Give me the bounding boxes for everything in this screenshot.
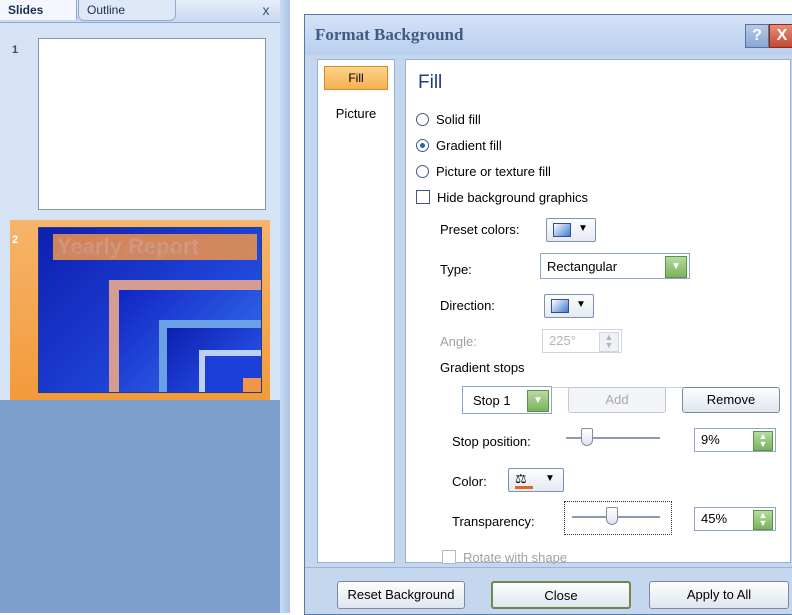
rotate-with-shape-label: Rotate with shape <box>463 550 568 565</box>
pane-tabs: Slides Outline x <box>0 0 280 23</box>
stop-color-button[interactable]: ⚖ ▼ <box>508 468 564 492</box>
tab-outline[interactable]: Outline <box>78 0 176 21</box>
solid-fill-label: Solid fill <box>436 112 481 127</box>
pane-splitter[interactable] <box>280 0 290 613</box>
gradient-fill-radio[interactable] <box>416 139 429 152</box>
fill-heading: Fill <box>418 72 443 93</box>
slide-thumbnail-1[interactable] <box>38 38 266 210</box>
chevron-down-icon: ▼ <box>545 473 555 484</box>
chevron-down-icon[interactable]: ▼ <box>665 256 687 278</box>
nav-item-picture[interactable]: Picture <box>318 106 394 121</box>
add-stop-button[interactable]: Add <box>568 387 666 413</box>
direction-button[interactable]: ▼ <box>544 294 594 318</box>
help-icon[interactable]: ? <box>745 24 769 48</box>
spinner-arrows-icon[interactable]: ▲ ▼ <box>753 510 773 530</box>
stop-position-value: 9% <box>701 432 720 447</box>
stop-position-slider[interactable] <box>566 428 660 448</box>
dialog-nav: Fill Picture <box>317 59 395 563</box>
angle-spinner: 225° ▲ ▼ <box>542 329 622 353</box>
chevron-down-icon[interactable]: ▼ <box>527 390 549 412</box>
rotate-with-shape-option: Rotate with shape <box>442 550 567 565</box>
slide-thumbnail-2[interactable]: Yearly Report Yearly Report <box>38 227 262 393</box>
dialog-title: Format Background <box>315 25 464 44</box>
hide-background-graphics-option[interactable]: Hide background graphics <box>416 190 588 205</box>
type-label: Type: <box>440 262 472 277</box>
preset-colors-label: Preset colors: <box>440 222 520 237</box>
stop-select[interactable]: Stop 1 ▼ <box>462 386 552 414</box>
tab-slides[interactable]: Slides <box>0 0 77 20</box>
slide-number-1: 1 <box>12 44 19 56</box>
transparency-value: 45% <box>701 511 728 526</box>
stop-position-spinner[interactable]: 9% ▲ ▼ <box>694 428 776 452</box>
current-color-bar <box>515 486 533 489</box>
bottom-divider <box>305 567 792 568</box>
slides-pane: Slides Outline x 1 2 Yearly Report Yearl… <box>0 0 280 613</box>
gradient-swatch-icon <box>553 223 571 237</box>
preset-colors-button[interactable]: ▼ <box>546 218 596 242</box>
stop-select-value: Stop 1 <box>473 393 511 408</box>
paint-bucket-icon: ⚖ <box>515 471 527 486</box>
nav-item-fill[interactable]: Fill <box>324 66 388 90</box>
hide-background-graphics-label: Hide background graphics <box>437 190 589 205</box>
apply-to-all-button[interactable]: Apply to All <box>649 581 789 609</box>
picture-texture-fill-label: Picture or texture fill <box>436 164 551 179</box>
dialog-titlebar[interactable]: Format Background ? X <box>305 15 792 55</box>
chevron-down-icon: ▼ <box>578 223 588 234</box>
spinner-arrows-icon: ▲ ▼ <box>599 332 619 352</box>
chevron-down-icon: ▼ <box>576 299 586 310</box>
transparency-focus-outline <box>564 501 672 535</box>
angle-value: 225° <box>549 333 576 348</box>
solid-fill-radio[interactable] <box>416 113 429 126</box>
slides-pane-empty-area <box>0 400 280 613</box>
picture-texture-fill-option[interactable]: Picture or texture fill <box>416 164 551 179</box>
slide-number-2: 2 <box>12 234 19 246</box>
solid-fill-option[interactable]: Solid fill <box>416 112 481 127</box>
stop-position-thumb[interactable] <box>581 428 593 446</box>
close-button[interactable]: Close <box>491 581 631 609</box>
type-value: Rectangular <box>547 259 618 274</box>
angle-label: Angle: <box>440 334 477 349</box>
spinner-arrows-icon[interactable]: ▲ ▼ <box>753 431 773 451</box>
gradient-fill-option[interactable]: Gradient fill <box>416 138 502 153</box>
pane-close-icon[interactable]: x <box>258 2 274 18</box>
picture-texture-fill-radio[interactable] <box>416 165 429 178</box>
slide-2-title-reflection: Yearly Report <box>53 246 195 260</box>
gradient-fill-label: Gradient fill <box>436 138 502 153</box>
stop-position-label: Stop position: <box>452 434 531 449</box>
color-label: Color: <box>452 474 487 489</box>
transparency-label: Transparency: <box>452 514 535 529</box>
direction-label: Direction: <box>440 298 495 313</box>
transparency-spinner[interactable]: 45% ▲ ▼ <box>694 507 776 531</box>
hide-background-graphics-checkbox[interactable] <box>416 190 430 204</box>
rotate-with-shape-checkbox <box>442 550 456 564</box>
reset-background-button[interactable]: Reset Background <box>337 581 465 609</box>
remove-stop-button[interactable]: Remove <box>682 387 780 413</box>
type-select[interactable]: Rectangular ▼ <box>540 253 690 279</box>
format-background-dialog: Format Background ? X Fill Picture Fill … <box>304 14 792 615</box>
gradient-stops-label: Gradient stops <box>440 360 525 375</box>
slide-thumbnail-2-selected[interactable]: 2 Yearly Report Yearly Report <box>10 220 270 400</box>
close-icon[interactable]: X <box>769 24 792 48</box>
gradient-direction-icon <box>551 299 569 313</box>
fill-panel: Fill Solid fill Gradient fill Picture or… <box>405 59 791 565</box>
